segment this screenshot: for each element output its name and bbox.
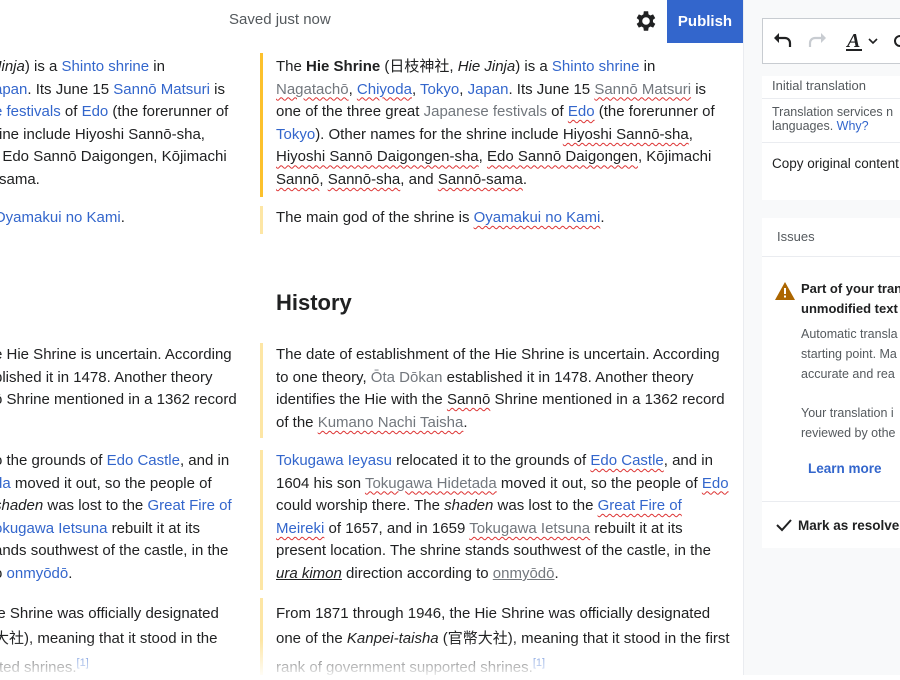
chevron-down-icon[interactable] xyxy=(867,35,879,47)
copy-original-content-option[interactable]: Copy original content xyxy=(772,156,899,171)
link[interactable]: Tokugawa Ieyasu xyxy=(276,452,392,469)
translation-paragraph[interactable]: The date of establishment of the Hie Shr… xyxy=(276,344,731,434)
reference[interactable]: [1] xyxy=(77,657,89,669)
issue-description: Your translation i reviewed by othe xyxy=(801,406,896,440)
link[interactable]: Tokyo xyxy=(420,81,459,98)
link[interactable]: Sannō Matsuri xyxy=(113,81,210,98)
link[interactable]: Great Fire of xyxy=(147,497,231,514)
link[interactable]: Ōta Dōkan xyxy=(371,369,443,386)
link[interactable]: Edo Castle xyxy=(590,452,663,469)
section-marker xyxy=(260,53,263,197)
divider xyxy=(762,501,900,502)
issue-title: Part of your tran unmodified text xyxy=(801,281,900,316)
why-link[interactable]: Why? xyxy=(837,119,869,133)
translation-paragraph[interactable]: The main god of the shrine is Oyamakui n… xyxy=(276,207,731,230)
save-status: Saved just now xyxy=(229,11,331,28)
link[interactable]: e festivals xyxy=(0,103,61,120)
link[interactable]: onmyōdō xyxy=(7,565,69,582)
mark-as-resolved-button[interactable]: Mark as resolved xyxy=(776,518,900,533)
source-paragraph: o the grounds of Edo Castle, and in da m… xyxy=(0,450,249,586)
undo-icon[interactable] xyxy=(771,29,795,53)
link[interactable]: Chiyoda xyxy=(357,81,412,98)
source-paragraph: e Hie Shrine is uncertain. According blis… xyxy=(0,346,237,409)
section-heading: History xyxy=(276,290,352,315)
link[interactable]: Tokyo xyxy=(276,126,315,143)
link[interactable]: Edo Castle xyxy=(107,452,180,469)
translation-paragraph[interactable]: From 1871 through 1946, the Hie Shrine w… xyxy=(276,601,731,680)
editor-toolbar: A xyxy=(762,18,900,64)
translation-paragraph[interactable]: Tokugawa Ieyasu relocated it to the grou… xyxy=(276,450,731,586)
translation-paragraph[interactable]: The Hie Shrine (日枝神社, Hie Jinja) is a Sh… xyxy=(276,56,731,192)
top-bar: Saved just now Publish xyxy=(0,0,743,43)
source-paragraph: ie Shrine was officially designated 大社), … xyxy=(0,605,219,676)
link[interactable]: Tokugawa Hidetada xyxy=(365,475,497,492)
link[interactable]: onmyōdō xyxy=(493,565,555,582)
link[interactable]: Nagatachō xyxy=(276,81,349,98)
panel-title: Initial translation xyxy=(772,78,866,93)
gear-icon[interactable] xyxy=(633,8,659,34)
link[interactable]: Japanese festivals xyxy=(424,103,547,120)
link[interactable]: da xyxy=(0,475,11,492)
redo-icon[interactable] xyxy=(805,29,829,53)
toolbar-more-icon[interactable] xyxy=(891,29,900,53)
services-note: Translation services n languages. Why? xyxy=(772,105,894,133)
section-marker xyxy=(260,206,263,234)
link[interactable]: Shinto shrine xyxy=(62,58,150,75)
divider xyxy=(762,142,900,143)
reference[interactable]: [1] xyxy=(533,657,545,669)
link[interactable]: Edo xyxy=(82,103,109,120)
section-marker xyxy=(260,343,263,438)
link[interactable]: Sannō Matsuri xyxy=(594,81,691,98)
link[interactable]: okugawa Ietsuna xyxy=(0,520,107,537)
issues-title: Issues xyxy=(777,229,815,244)
link[interactable]: Kumano Nachi Taisha xyxy=(318,414,464,431)
text-style-icon[interactable]: A xyxy=(843,29,867,53)
issues-panel: Issues Part of your tran unmodified text … xyxy=(762,218,900,548)
link[interactable]: Edo xyxy=(702,475,729,492)
publish-button[interactable]: Publish xyxy=(667,0,743,43)
initial-translation-panel: Initial translation Translation services… xyxy=(762,76,900,200)
source-paragraph: Jinja) is a Shinto shrine in apan. Its J… xyxy=(0,56,249,192)
warning-icon xyxy=(775,282,795,300)
link[interactable]: apan xyxy=(0,81,27,98)
link[interactable]: Oyamakui no Kami xyxy=(474,209,601,226)
checkmark-icon xyxy=(776,519,792,532)
section-marker xyxy=(260,450,263,590)
divider xyxy=(762,98,900,99)
svg-text:A: A xyxy=(845,30,860,52)
link[interactable]: Shinto shrine xyxy=(552,58,640,75)
source-paragraph: Oyamakui no Kami. xyxy=(0,207,249,230)
divider xyxy=(762,256,900,257)
section-marker xyxy=(260,598,263,675)
link[interactable]: Oyamakui no Kami xyxy=(0,209,121,226)
link[interactable]: Japan xyxy=(468,81,509,98)
learn-more-link[interactable]: Learn more xyxy=(808,461,882,476)
link[interactable]: Edo xyxy=(568,103,595,120)
issue-description: Automatic transla starting point. Ma accur… xyxy=(801,327,898,381)
sidebar: A Initial translation Translation servic… xyxy=(743,0,900,675)
link[interactable]: Tokugawa Ietsuna xyxy=(469,520,590,537)
